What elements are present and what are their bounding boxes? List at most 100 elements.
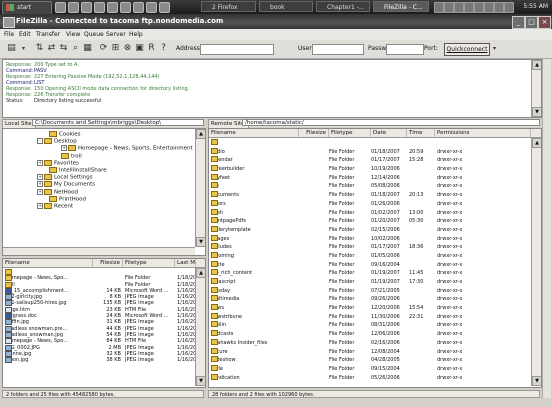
column-filename[interactable]: Filename [209,129,299,137]
column-date[interactable]: Date [371,129,407,137]
reconnect-icon[interactable]: R [146,43,157,54]
remote-list-scrollbar[interactable]: ▲ ▼ [531,138,541,386]
file-row[interactable]: listsday File Folder 07/21/2005 drwxr-xr-x [209,286,531,296]
file-row[interactable]: slideshow File Folder 04/28/2005 drwxr-xr-x [209,356,531,365]
scroll-up-icon[interactable]: ▲ [196,129,205,139]
quicklaunch-icon[interactable] [81,2,92,13]
dropdown-arrow-icon[interactable]: ▾ [18,43,29,54]
help-icon[interactable]: ? [158,43,169,54]
scroll-up-icon[interactable]: ▲ [532,138,541,148]
tree-node[interactable]: + Homepage - News, Sports, Entertainment [3,145,193,152]
file-row[interactable]: style File Folder 09/15/2004 drwxr-xr-x [209,364,531,374]
collapse-icon[interactable]: - [37,138,43,145]
menu-help[interactable]: Help [129,29,143,40]
file-row[interactable]: includes File Folder 01/17/2007 18:36 drwxr-… [209,243,531,252]
quicklaunch-icon[interactable] [146,2,157,13]
refresh-icon[interactable]: ⟳ [98,43,109,54]
view-icon[interactable]: ▦ [82,43,93,54]
tree-node[interactable]: + Favorites [3,159,193,167]
quicklaunch-icon[interactable] [120,2,131,13]
file-row[interactable]: errors File Folder 01/26/2006 drwxr-xr-x [209,199,531,209]
scroll-down-icon[interactable]: ▼ [532,376,541,386]
file-row[interactable]: calendar File Folder 01/17/2007 15:28 drwxr-… [209,156,531,165]
column-filetype[interactable]: Filetype [123,259,175,267]
expand-icon[interactable]: + [37,181,43,188]
menu-view[interactable]: View [66,29,80,40]
menu-server[interactable]: Server [106,29,126,40]
menu-edit[interactable]: Edit [19,29,31,40]
tray-icon[interactable] [484,2,494,13]
task-firefox[interactable]: 2 Firefox [201,1,256,12]
stop-icon[interactable]: ⊗ [122,43,133,54]
file-row[interactable]: news File Folder 12/20/2006 15:54 drwxr-xr-x [209,304,531,313]
address-input[interactable] [200,44,274,55]
remote-path-input[interactable]: /home/tacoma/static/ [242,119,540,126]
process-queue-icon[interactable]: ⊞ [110,43,121,54]
file-row[interactable]: audio File Folder 01/18/2007 20:59 drwxr-xr-… [209,147,531,157]
start-button[interactable]: start [2,1,52,15]
file-row[interactable]: frontpagePdfs File Folder 01/20/2007 05:30 d… [209,217,531,226]
toggle-tree-icon[interactable]: ⇄ [46,43,57,54]
tray-icon[interactable] [454,2,464,13]
expand-icon[interactable]: + [37,159,43,166]
file-row[interactable]: gallerytemplate File Folder 02/15/2006 drwx… [209,225,531,235]
tree-node[interactable]: + My Documents [3,181,193,188]
file-row[interactable]: multimedia File Folder 09/26/2006 drwxr-xr-… [209,295,531,304]
file-row[interactable]: documents File Folder 01/18/2007 20:13 drwxr… [209,191,531,200]
file-row[interactable]: moon.jpg 38 KB JPEG Image 1/16/20 [3,357,196,364]
menu-queue[interactable]: Queue [84,29,104,40]
tree-scrollbar[interactable]: ▲ ▼ [195,129,205,247]
tree-node[interactable]: + Local Settings [3,174,193,181]
tray-icon[interactable] [444,2,454,13]
file-row[interactable]: .. [209,139,531,148]
quicklaunch-icon[interactable] [55,2,66,13]
scroll-down-icon[interactable]: ▼ [196,237,205,247]
tree-node[interactable]: troll [3,152,193,160]
tree-node[interactable]: Cookies [3,131,193,138]
file-row[interactable]: incoming File Folder 01/05/2006 drwxr-xr-x [209,251,531,261]
column-filesize[interactable]: Filesize [93,259,123,267]
local-list-scrollbar[interactable]: ▲ ▼ [195,268,205,386]
quickconnect-button[interactable]: Quickconnect [444,43,490,56]
scroll-down-icon[interactable]: ▼ [532,107,541,117]
file-row[interactable]: syndication File Folder 05/26/2006 drwxr-xr… [209,373,531,383]
tree-node[interactable]: IntelliInstallShare [3,166,193,174]
task-chapter1[interactable]: Chapter1 -... [316,1,370,12]
tray-icon[interactable] [504,2,514,13]
file-row[interactable]: podcasts File Folder 12/06/2006 drwxr-xr-x [209,330,531,339]
tray-icon[interactable] [464,2,474,13]
column-time[interactable]: Time [407,129,435,137]
quicklaunch-icon[interactable] [159,2,170,13]
file-row[interactable]: pipilin File Folder 08/31/2006 drwxr-xr-x [209,321,531,330]
tray-icon[interactable] [494,2,504,13]
file-row[interactable]: flash File Folder 01/02/2007 13:00 drwxr-xr-… [209,208,531,218]
toggle-log-icon[interactable]: ⇅ [34,43,45,54]
tree-hscrollbar[interactable] [3,247,195,255]
disconnect-icon[interactable]: ▣ [134,43,145,54]
file-row[interactable]: css File Folder 05/08/2006 drwxr-xr-x [209,182,531,191]
menu-file[interactable]: File [4,29,14,40]
password-input[interactable] [386,44,424,55]
expand-icon[interactable]: + [37,174,43,181]
expand-icon[interactable]: + [37,188,43,195]
column-permissions[interactable]: Permissions [435,129,531,137]
tree-node[interactable]: - Desktop [3,138,193,145]
column-last-modified[interactable]: Last M [175,259,196,267]
local-path-input[interactable]: C:\Documents and Settings\mbriggs\Deskto… [32,119,204,126]
minimize-button[interactable]: _ [512,16,525,29]
search-icon[interactable]: ⌕ [70,43,81,54]
file-row[interactable]: javascript File Folder 01/19/2007 17:30 drwx… [209,278,531,287]
log-scrollbar[interactable]: ▲ ▼ [531,60,541,117]
file-row[interactable]: Seahawks Insider_files File Folder 02/16/2… [209,338,531,348]
file-row[interactable]: secure File Folder 12/08/2004 drwxr-xr-x [209,347,531,357]
user-input[interactable] [312,44,364,55]
file-row[interactable]: images File Folder 10/02/2006 drwxr-xr-x [209,234,531,244]
quicklaunch-icon[interactable] [68,2,79,13]
tree-node[interactable]: PrintHood [3,195,193,203]
file-row[interactable]: insite File Folder 09/16/2004 drwxr-xr-x [209,260,531,270]
scroll-up-icon[interactable]: ▲ [196,268,205,278]
tree-node[interactable]: + Recent [3,202,193,210]
menu-transfer[interactable]: Transfer [36,29,60,40]
quicklaunch-icon[interactable] [133,2,144,13]
quickconnect-dropdown-icon[interactable]: ▾ [489,43,500,54]
